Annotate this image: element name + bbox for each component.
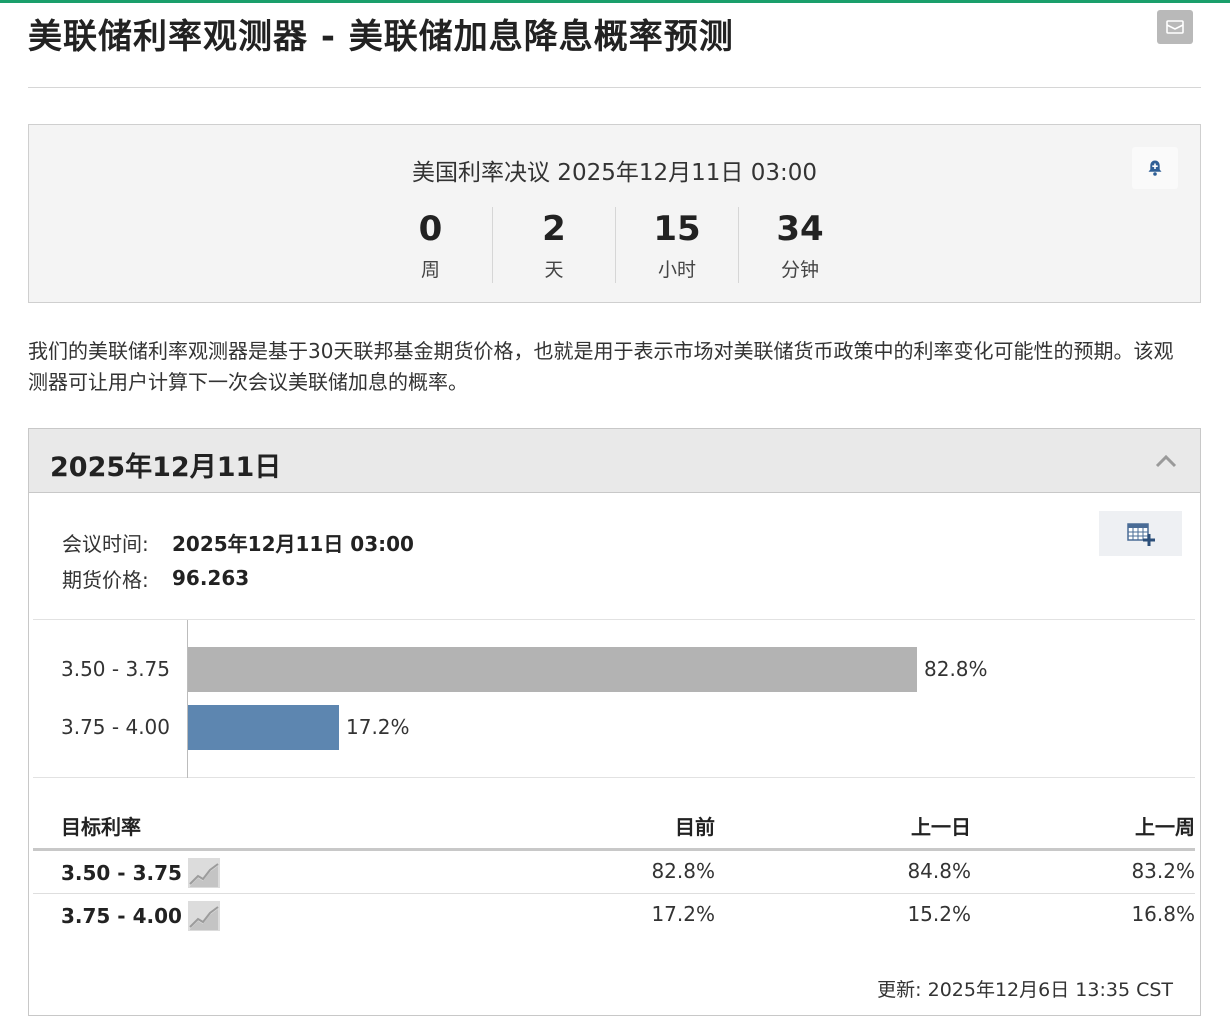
futures-price-value: 96.263 [172,566,250,590]
meeting-time-row: 会议时间: 2025年12月11日 03:00 [62,524,414,560]
countdown-days: 2 天 [492,207,615,283]
top-accent-line [0,0,1230,3]
sparkline-button[interactable] [188,858,220,888]
chart-value-label: 82.8% [924,657,988,681]
chart-row: 3.50 - 3.75 82.8% [33,647,1195,692]
header-prev-day: 上一日 [911,815,971,839]
event-title: 美国利率决议 2025年12月11日 03:00 [412,160,817,186]
countdown-hours-label: 小时 [657,259,696,281]
row-prev-day: 84.8% [907,859,971,883]
countdown-weeks: 0 周 [369,207,492,283]
add-to-calendar-button[interactable] [1099,511,1182,556]
meeting-panel: 2025年12月11日 会议时间: 2025年12月11日 03:00 期货价格… [28,428,1201,1016]
countdown-units: 0 周 2 天 15 小时 34 分钟 [369,207,861,283]
chevron-up-icon[interactable] [1154,451,1178,471]
countdown-minutes-label: 分钟 [780,259,819,281]
meeting-panel-header[interactable]: 2025年12月11日 [29,429,1200,493]
mail-icon [1166,20,1184,34]
meeting-date-header: 2025年12月11日 [50,452,282,483]
chart-axis [187,620,188,778]
page-title: 美联储利率观测器 - 美联储加息降息概率预测 [28,17,734,57]
sparkline-button[interactable] [188,901,220,931]
countdown-days-value: 2 [542,209,566,249]
probability-chart: 3.50 - 3.75 82.8% 3.75 - 4.00 17.2% [33,619,1195,778]
chart-value-label: 17.2% [346,715,410,739]
page-header: 美联储利率观测器 - 美联储加息降息概率预测 [28,10,1201,88]
chart-bar [188,705,339,750]
sparkline-icon [189,863,219,887]
row-prev-week: 83.2% [1131,859,1195,883]
countdown-minutes-value: 34 [776,209,824,249]
sparkline-icon [189,906,219,930]
countdown-box: 美国利率决议 2025年12月11日 03:00 0 周 2 天 15 小时 3… [28,124,1201,303]
row-current: 82.8% [651,859,715,883]
chart-bar [188,647,917,692]
countdown-weeks-value: 0 [418,209,443,249]
futures-price-row: 期货价格: 96.263 [62,560,414,596]
countdown-days-label: 天 [544,259,564,281]
meeting-time-label: 会议时间: [62,531,149,556]
countdown-minutes: 34 分钟 [738,207,861,283]
countdown-hours: 15 小时 [615,207,738,283]
row-rate: 3.75 - 4.00 [61,904,182,928]
futures-price-label: 期货价格: [62,567,149,592]
probability-table: 目标利率 目前 上一日 上一周 3.50 - 3.75 82.8% 84.8% … [33,807,1195,937]
chart-category-label: 3.50 - 3.75 [61,657,170,681]
updated-timestamp: 更新: 2025年12月6日 13:35 CST [877,979,1173,1001]
row-prev-day: 15.2% [907,902,971,926]
mail-button[interactable] [1157,10,1193,44]
chart-row: 3.75 - 4.00 17.2% [33,705,1195,750]
table-row: 3.50 - 3.75 82.8% 84.8% 83.2% [33,851,1195,894]
calendar-add-icon [1126,522,1155,546]
chart-category-label: 3.75 - 4.00 [61,715,170,739]
description-text: 我们的美联储利率观测器是基于30天联邦基金期货价格，也就是用于表示市场对美联储货… [28,339,1174,394]
alert-button[interactable] [1132,147,1178,189]
meeting-time-value: 2025年12月11日 03:00 [172,531,414,556]
countdown-weeks-label: 周 [420,259,440,281]
bell-add-icon [1148,160,1162,176]
row-prev-week: 16.8% [1131,902,1195,926]
header-prev-week: 上一周 [1135,815,1195,839]
table-header: 目标利率 目前 上一日 上一周 [33,807,1195,851]
header-target-rate: 目标利率 [61,815,141,839]
table-row: 3.75 - 4.00 17.2% 15.2% 16.8% [33,894,1195,937]
row-current: 17.2% [651,902,715,926]
countdown-hours-value: 15 [653,209,701,249]
meeting-meta: 会议时间: 2025年12月11日 03:00 期货价格: 96.263 [62,524,414,596]
header-current: 目前 [675,815,715,839]
row-rate: 3.50 - 3.75 [61,861,182,885]
